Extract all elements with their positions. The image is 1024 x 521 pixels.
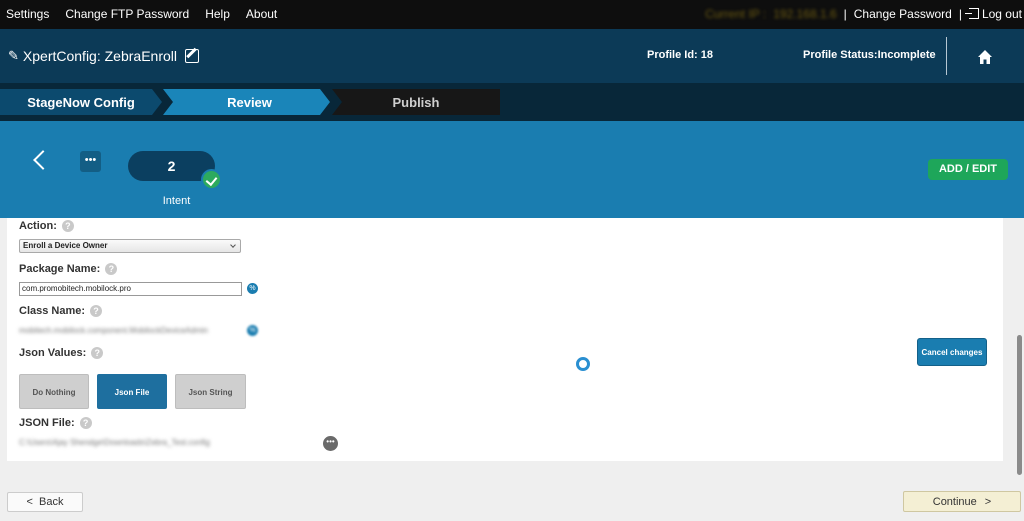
json-file-path: C:\Users\Ajay Shendge\Downloads\Zebra_Te…	[19, 438, 210, 447]
intent-bar: ••• 2 Intent ADD / EDIT	[0, 121, 1024, 218]
browse-file-icon[interactable]: •••	[323, 436, 338, 451]
wizard-steps: StageNow Config Review Publish	[0, 83, 1024, 121]
action-label: Action:	[19, 220, 57, 232]
help-icon[interactable]: ?	[90, 305, 103, 317]
chevron-right-icon: >	[984, 495, 992, 508]
app-title-group: ✎ XpertConfig: ZebraEnroll	[8, 48, 199, 64]
more-options-button[interactable]: •••	[80, 151, 101, 172]
step-review[interactable]: Review	[163, 89, 330, 115]
app-title: XpertConfig: ZebraEnroll	[22, 48, 177, 64]
back-button[interactable]: < Back	[7, 492, 83, 512]
magic-wand-icon: ✎	[8, 48, 19, 63]
class-name-label: Class Name:	[19, 305, 86, 317]
current-ip-value: 192.168.1.6	[773, 7, 837, 21]
json-file-label: JSON File:	[19, 417, 75, 429]
loading-spinner-icon	[576, 357, 590, 371]
check-icon	[201, 169, 222, 190]
chevron-down-icon	[230, 242, 236, 248]
json-file-label-row: JSON File: ?	[19, 417, 92, 429]
edit-icon[interactable]	[184, 49, 199, 63]
menu-settings[interactable]: Settings	[6, 7, 49, 21]
json-option-json-string[interactable]: Json String	[175, 374, 246, 409]
menu-change-ftp-password[interactable]: Change FTP Password	[65, 7, 189, 21]
divider: |	[843, 7, 847, 21]
chevron-left-icon: <	[26, 496, 33, 508]
logout-link[interactable]: Log out	[964, 7, 1022, 21]
help-icon[interactable]: ?	[105, 263, 118, 275]
package-name-input[interactable]: com.promobitech.mobilock.pro	[19, 282, 242, 296]
class-label-row: Class Name: ?	[19, 305, 103, 317]
step-stagenow-config[interactable]: StageNow Config	[0, 89, 162, 115]
cancel-changes-button[interactable]: Cancel changes	[917, 338, 987, 366]
step-publish[interactable]: Publish	[332, 89, 500, 115]
add-edit-button[interactable]: ADD / EDIT	[928, 159, 1008, 180]
package-label-row: Package Name: ?	[19, 263, 118, 275]
json-values-label: Json Values:	[19, 347, 87, 359]
continue-button[interactable]: Continue >	[903, 491, 1021, 512]
logout-icon	[964, 8, 979, 19]
back-label: Back	[38, 496, 64, 508]
continue-label: Continue	[932, 495, 977, 508]
menu-help[interactable]: Help	[205, 7, 230, 21]
profile-status: Profile Status:Incomplete	[803, 49, 936, 61]
profile-id: Profile Id: 18	[647, 49, 714, 61]
lookup-icon[interactable]: %	[247, 325, 258, 336]
intent-label: Intent	[162, 195, 191, 207]
current-ip-label: Current IP :	[705, 7, 767, 21]
package-name-label: Package Name:	[19, 263, 101, 275]
help-icon[interactable]: ?	[61, 220, 74, 232]
change-password-link[interactable]: Change Password	[854, 7, 952, 21]
menu-about[interactable]: About	[246, 7, 277, 21]
json-option-do-nothing[interactable]: Do Nothing	[19, 374, 89, 409]
json-values-label-row: Json Values: ?	[19, 347, 104, 359]
scrollbar[interactable]	[1017, 335, 1022, 475]
action-select-value: Enroll a Device Owner	[23, 241, 108, 250]
action-select[interactable]: Enroll a Device Owner	[19, 239, 241, 253]
json-option-json-file[interactable]: Json File	[97, 374, 167, 409]
class-name-value: mobitech.mobilock.component.MobilockDevi…	[19, 326, 208, 335]
divider: |	[958, 7, 962, 21]
intent-form-panel: Action: ? Enroll a Device Owner Package …	[7, 218, 1003, 461]
top-menu: Settings Change FTP Password Help About	[6, 7, 277, 21]
action-label-row: Action: ?	[19, 220, 74, 232]
help-icon[interactable]: ?	[91, 347, 104, 359]
header-divider	[946, 37, 947, 75]
logout-label: Log out	[981, 7, 1022, 21]
top-menu-bar: Settings Change FTP Password Help About …	[0, 0, 1024, 29]
lookup-icon[interactable]: %	[247, 283, 258, 294]
top-right-group: Current IP : 192.168.1.6 | Change Passwo…	[705, 7, 1022, 21]
help-icon[interactable]: ?	[79, 417, 92, 429]
home-icon[interactable]	[977, 49, 993, 65]
app-header: ✎ XpertConfig: ZebraEnroll Profile Id: 1…	[0, 29, 1024, 83]
chevron-left-icon[interactable]	[33, 150, 53, 170]
